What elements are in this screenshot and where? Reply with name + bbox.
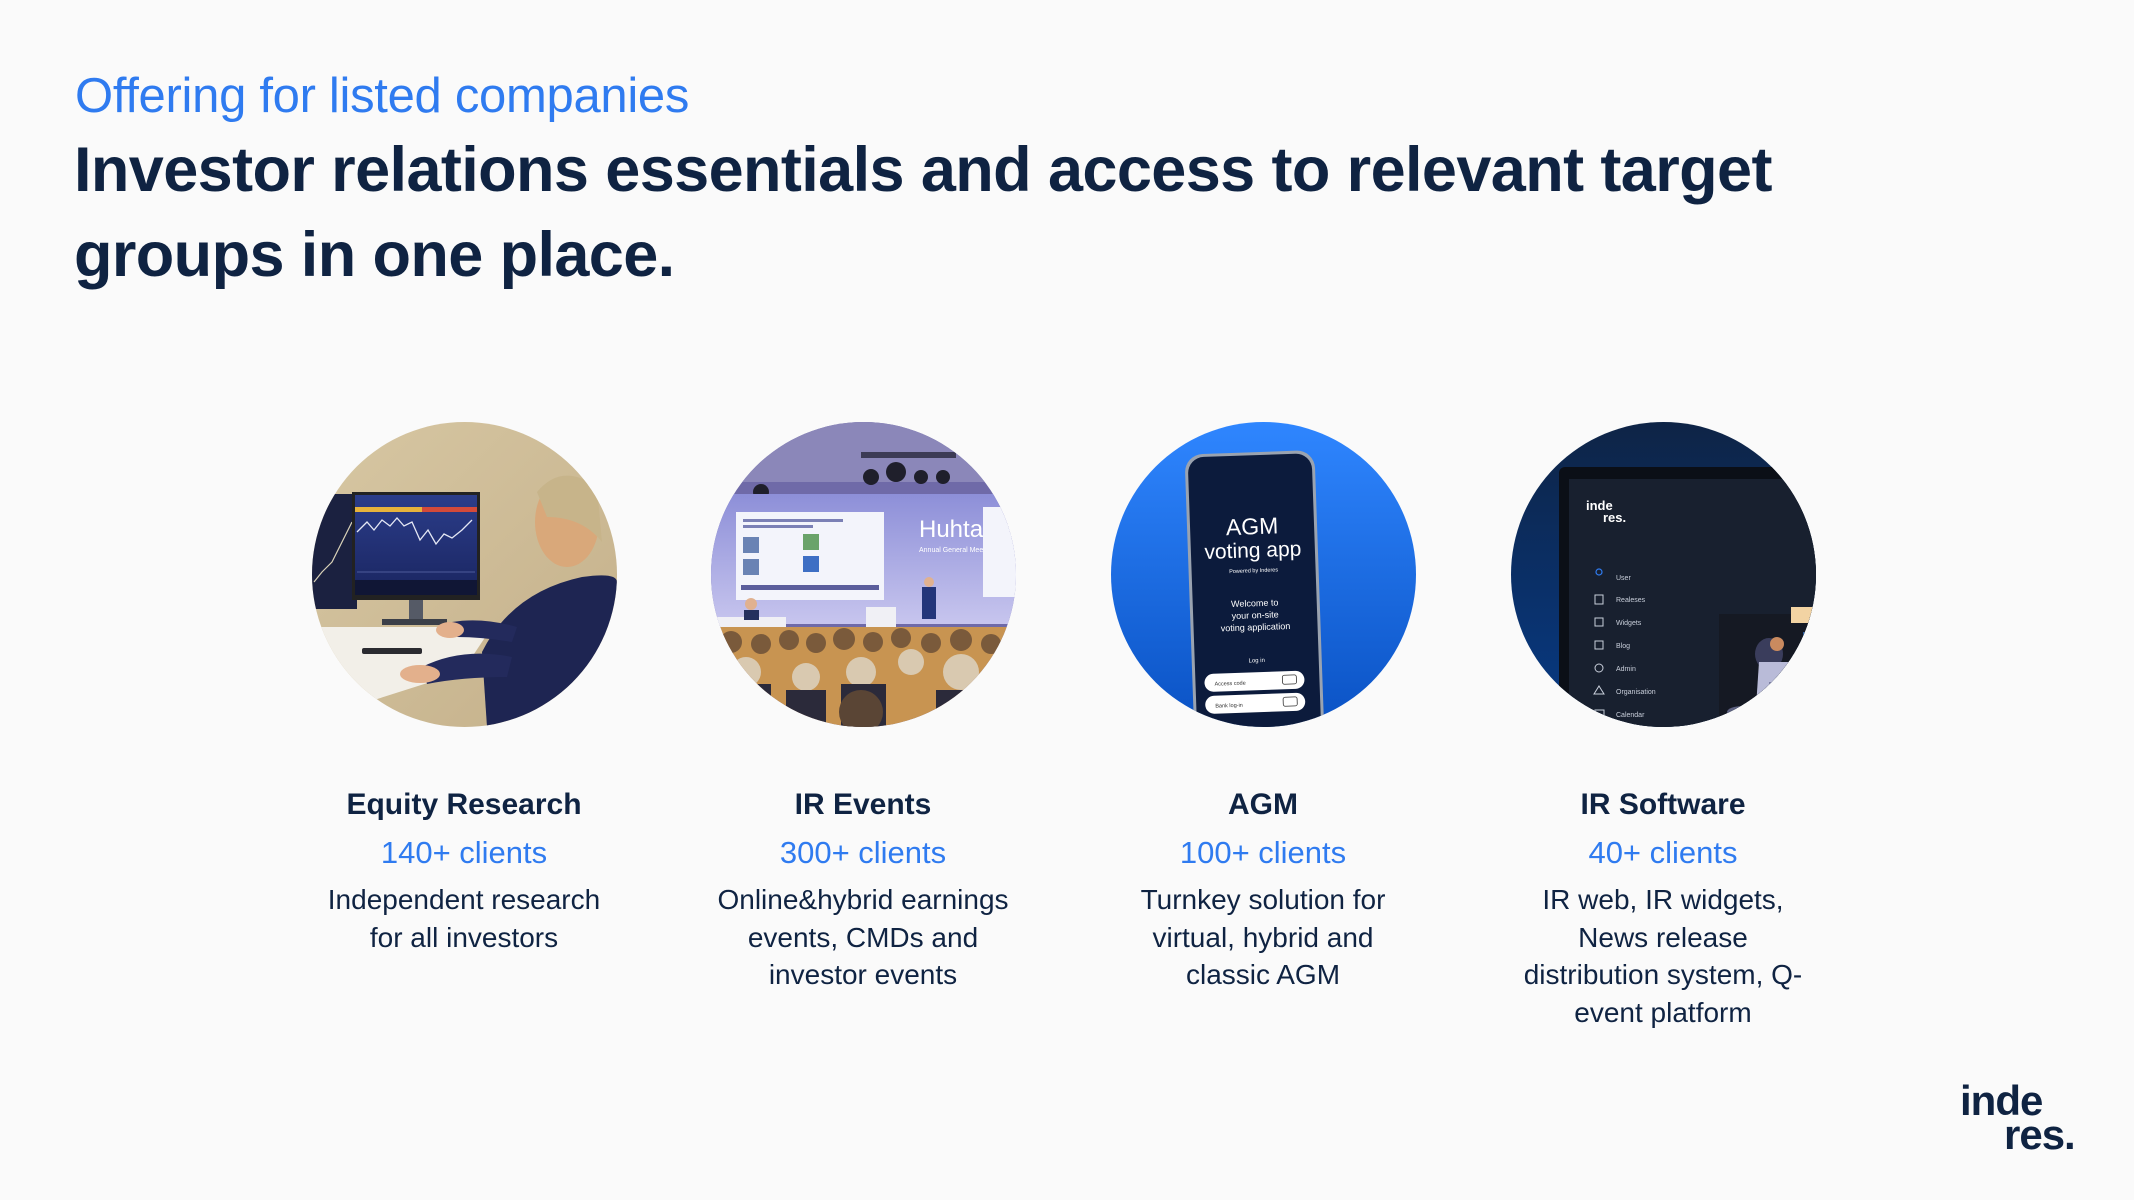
dashboard-menu-item: User xyxy=(1616,575,1631,582)
page-subtitle: Offering for listed companies xyxy=(75,69,690,123)
offering-clients-count: 300+ clients xyxy=(779,835,947,870)
dashboard-menu-item: Realeses xyxy=(1616,597,1646,604)
page-title-line-1: Investor relations essentials and access… xyxy=(74,135,1772,205)
description-line: event platform xyxy=(1574,996,1752,1028)
login-label: Log in xyxy=(1248,658,1265,665)
offering-title: Equity Research xyxy=(346,788,582,821)
dashboard-menu-item: Calendar xyxy=(1616,712,1645,719)
bank-login-field: Bank log-in xyxy=(1215,703,1243,710)
ir-events-photo: Huhtamaki Annual General Meeting 2023 xyxy=(710,422,1016,727)
dashboard-menu-item: Admin xyxy=(1616,666,1636,673)
welcome-line-2: your on-site xyxy=(1231,609,1278,621)
app-title-line-2: voting app xyxy=(1204,538,1302,564)
page-title: Investor relations essentials and access… xyxy=(74,128,1772,298)
description-line: Turnkey solution for xyxy=(1140,884,1386,915)
offering-card-equity-research: Equity Research 140+ clients Independent… xyxy=(294,422,634,956)
app-title-line-1: AGM xyxy=(1225,512,1278,540)
description-line: classic AGM xyxy=(1185,959,1341,990)
offering-description: Independent research for all investors xyxy=(294,881,634,956)
offering-description: IR web, IR widgets, News release distrib… xyxy=(1493,881,1833,1031)
offering-card-agm: AGM voting app Powered by Inderes Welcom… xyxy=(1093,422,1433,994)
offering-description: Online&hybrid earnings events, CMDs and … xyxy=(693,881,1033,994)
offering-clients-count: 40+ clients xyxy=(1588,835,1738,870)
description-line: Online&hybrid earnings xyxy=(717,884,1009,915)
description-line: distribution system, Q- xyxy=(1523,959,1803,990)
access-code-field: Access code xyxy=(1214,681,1245,688)
description-line: investor events xyxy=(768,959,958,990)
description-line: News release xyxy=(1578,921,1748,953)
ir-software-dashboard-image: inde res. User Realeses Widgets Blog Adm… xyxy=(1510,422,1816,727)
equity-research-photo xyxy=(311,422,617,727)
agm-voting-app-image: AGM voting app Powered by Inderes Welcom… xyxy=(1110,422,1416,727)
description-line: virtual, hybrid and xyxy=(1152,921,1374,953)
offering-title: AGM xyxy=(1228,788,1298,821)
offering-clients-count: 140+ clients xyxy=(380,835,548,870)
offering-title: IR Events xyxy=(794,788,932,821)
dashboard-logo-line-2: res. xyxy=(1603,510,1626,525)
inderes-logo: inde res. xyxy=(1960,1080,2076,1156)
description-line: Independent research xyxy=(327,884,601,915)
offering-clients-count: 100+ clients xyxy=(1179,835,1347,870)
welcome-line-1: Welcome to xyxy=(1230,597,1278,609)
description-line: for all investors xyxy=(369,921,559,953)
offering-card-ir-events: Huhtamaki Annual General Meeting 2023 xyxy=(693,422,1033,994)
description-line: events, CMDs and xyxy=(747,921,979,953)
description-line: IR web, IR widgets, xyxy=(1542,884,1784,915)
offering-title: IR Software xyxy=(1580,788,1746,821)
dashboard-menu-item: Blog xyxy=(1616,643,1630,650)
page-title-line-2: groups in one place. xyxy=(74,220,675,290)
dashboard-menu-item: Organisation xyxy=(1616,689,1656,696)
offering-description: Turnkey solution for virtual, hybrid and… xyxy=(1093,881,1433,994)
offering-card-ir-software: inde res. User Realeses Widgets Blog Adm… xyxy=(1493,422,1833,1031)
dashboard-menu-item: Widgets xyxy=(1616,620,1642,627)
